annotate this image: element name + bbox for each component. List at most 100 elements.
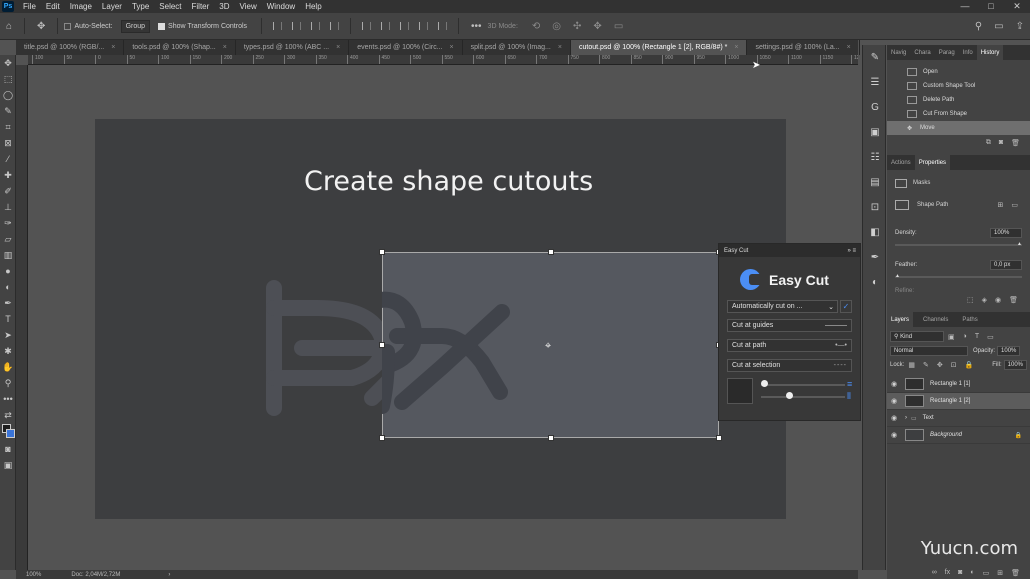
paths-icon[interactable]: ✒ [863, 245, 887, 270]
swap-colors-icon[interactable]: ⇄ [0, 407, 16, 423]
cut-at-guides-button[interactable]: Cut at guides [727, 319, 852, 332]
panel-menu-icon[interactable]: » ≡ [847, 248, 856, 254]
close-icon[interactable]: × [111, 44, 115, 51]
properties-icon[interactable]: ⊡ [863, 195, 887, 220]
trash-icon[interactable]: 🗑 [1011, 139, 1020, 147]
styles-icon[interactable]: ▤ [863, 170, 887, 195]
tab-tools[interactable]: tools.psd @ 100% (Shap... × [124, 40, 236, 55]
quick-mask-icon[interactable]: ◙ [0, 441, 16, 457]
workspace-icon[interactable]: ▭ [994, 21, 1003, 32]
more-options-icon[interactable]: ••• [471, 21, 482, 32]
adjustment-layer-icon[interactable]: ◐ [970, 569, 974, 577]
opacity-input[interactable]: 100% [997, 346, 1021, 356]
path-select-tool-icon[interactable]: ➤ [0, 327, 16, 343]
density-slider-handle[interactable]: ▲ [1017, 241, 1022, 247]
adjustments-icon[interactable]: ☰ [863, 70, 887, 95]
easycut-panel-title[interactable]: Easy Cut [724, 248, 748, 254]
menu-type[interactable]: Type [127, 2, 154, 11]
feather-slider-handle[interactable]: ▲ [895, 273, 900, 279]
pen-tool-icon[interactable]: ✒ [0, 295, 16, 311]
offset-slider-handle[interactable] [786, 392, 793, 399]
menu-edit[interactable]: Edit [41, 2, 65, 11]
gap-slider-handle[interactable] [761, 380, 768, 387]
fill-input[interactable]: 100% [1003, 360, 1027, 370]
eye-icon[interactable]: ◉ [887, 380, 901, 388]
menu-file[interactable]: File [18, 2, 41, 11]
gap-slider-track[interactable] [761, 384, 845, 386]
3d-pan-icon[interactable]: ✣ [573, 21, 581, 32]
frame-tool-icon[interactable]: ⊠ [0, 135, 16, 151]
align-top-icon[interactable] [362, 22, 372, 30]
background-color[interactable] [6, 429, 15, 438]
close-icon[interactable]: × [450, 44, 454, 51]
align-right-icon[interactable] [311, 22, 321, 30]
marquee-tool-icon[interactable]: ⬚ [0, 71, 16, 87]
more-tools-icon[interactable]: ••• [0, 391, 16, 407]
menu-image[interactable]: Image [65, 2, 97, 11]
auto-select-dropdown[interactable]: Group [120, 19, 151, 33]
feather-slider[interactable]: ▲ [895, 273, 1022, 279]
blend-mode-dropdown[interactable]: Normal [890, 346, 968, 356]
visibility-icon[interactable]: ◉ [995, 296, 1001, 304]
zoom-tool-icon[interactable]: ⚲ [0, 375, 16, 391]
gradient-tool-icon[interactable]: ▥ [0, 247, 16, 263]
layer-kind-filter[interactable]: ⚲ Kind [890, 331, 944, 342]
distribute-horizontal-icon[interactable] [438, 22, 448, 30]
menu-help[interactable]: Help [300, 2, 326, 11]
tab-layers[interactable]: Layers [887, 312, 914, 327]
stamp-tool-icon[interactable]: ⊥ [0, 199, 16, 215]
search-icon[interactable]: ⚲ [975, 21, 982, 32]
glyphs-icon[interactable]: G [863, 95, 887, 120]
move-tool-icon[interactable]: ✥ [37, 21, 45, 32]
cut-at-selection-button[interactable]: Cut at selection ---- [727, 359, 852, 372]
quick-select-tool-icon[interactable]: ✎ [0, 103, 16, 119]
transform-handle-br[interactable] [716, 435, 722, 441]
eraser-tool-icon[interactable]: ▱ [0, 231, 16, 247]
new-document-from-state-icon[interactable]: ⧉ [986, 139, 991, 147]
tab-properties[interactable]: Properties [914, 155, 951, 170]
easycut-plugin-icon[interactable]: ◐ [863, 270, 887, 295]
tab-split[interactable]: split.psd @ 100% (Imag... × [463, 40, 571, 55]
show-transform-checkbox[interactable]: Show Transform Controls [158, 22, 247, 30]
filter-adjust-icon[interactable]: ◑ [963, 333, 967, 340]
layer-row-selected[interactable]: ◉ Rectangle 1 [2] [887, 393, 1030, 410]
distribute-icon[interactable] [330, 22, 340, 30]
distribute-vertical-icon[interactable] [419, 22, 429, 30]
trash-icon[interactable]: 🗑 [1009, 296, 1018, 304]
hand-tool-icon[interactable]: ✋ [0, 359, 16, 375]
history-item[interactable]: Open [887, 65, 1030, 79]
lock-pixels-icon[interactable]: ▦ [908, 361, 915, 369]
align-center-icon[interactable] [292, 22, 302, 30]
transform-handle-b[interactable] [548, 435, 554, 441]
align-bottom-icon[interactable] [400, 22, 410, 30]
trash-icon[interactable]: 🗑 [1011, 569, 1020, 577]
layer-style-icon[interactable]: fx [945, 569, 950, 577]
vertical-lines-icon[interactable]: ⦀ [847, 391, 851, 402]
lock-position-icon[interactable]: ✥ [937, 361, 943, 369]
tab-info[interactable]: Info [959, 45, 977, 60]
filter-shape-icon[interactable]: ▭ [987, 333, 994, 341]
tab-settings[interactable]: settings.psd @ 100% (La... × [747, 40, 860, 55]
layer-row[interactable]: ◉ Rectangle 1 [1] [887, 376, 1030, 393]
layer-row-group[interactable]: ◉ › ▭ Text [887, 410, 1030, 427]
horizontal-lines-icon[interactable]: ≡ [847, 379, 852, 389]
healing-tool-icon[interactable]: ✚ [0, 167, 16, 183]
lasso-tool-icon[interactable]: ◯ [0, 87, 16, 103]
transform-handle-tl[interactable] [379, 249, 385, 255]
history-brush-icon[interactable]: ✑ [0, 215, 16, 231]
minimize-button[interactable]: — [952, 0, 978, 13]
move-tool-icon[interactable]: ✥ [0, 55, 16, 71]
filter-pixel-icon[interactable]: ▣ [948, 333, 955, 341]
close-icon[interactable]: × [558, 44, 562, 51]
tab-cutout[interactable]: cutout.psd @ 100% (Rectangle 1 [2], RGB/… [570, 40, 748, 55]
3d-roll-icon[interactable]: ◎ [552, 21, 561, 32]
vertical-ruler[interactable] [16, 65, 28, 570]
swatches-icon[interactable]: ◧ [863, 220, 887, 245]
dodge-tool-icon[interactable]: ◐ [0, 279, 16, 295]
close-icon[interactable]: × [223, 44, 227, 51]
apply-mask-icon[interactable]: ▭ [1011, 201, 1018, 209]
zoom-level[interactable]: 100% [26, 572, 41, 578]
horizontal-ruler[interactable]: 100 50 0 50 100 150 200 250 300 350 400 450 500 550 60… [28, 55, 858, 65]
transform-center-icon[interactable]: ⌖ [545, 340, 551, 353]
menu-window[interactable]: Window [262, 2, 300, 11]
